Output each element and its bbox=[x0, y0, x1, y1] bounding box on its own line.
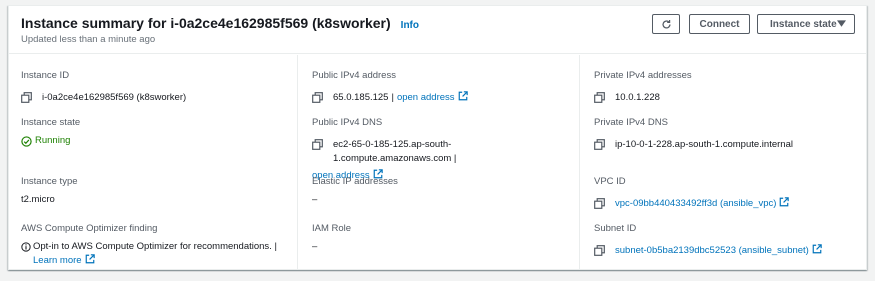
private-dns-value-row: ip-10-0-1-228.ap-south-1.compute.interna… bbox=[594, 138, 858, 152]
copy-icon[interactable] bbox=[312, 92, 323, 103]
public-ipv4-field: Public IPv4 address 65.0.185.125 | open … bbox=[312, 70, 569, 105]
vpc-id-value: vpc-09bb440433492ff3d (ansible_vpc) bbox=[615, 198, 777, 209]
instance-type-value: t2.micro bbox=[21, 194, 55, 205]
title-row: Instance summary for i-0a2ce4e162985f569… bbox=[21, 15, 419, 31]
details-grid: Instance ID i-0a2ce4e162985f569 (k8swork… bbox=[9, 55, 866, 270]
copy-icon[interactable] bbox=[594, 245, 605, 256]
external-link-icon bbox=[458, 91, 468, 101]
instance-type-field: Instance type t2.micro bbox=[21, 176, 287, 207]
public-ipv4-value: 65.0.185.125 bbox=[333, 92, 389, 103]
instance-id-label: Instance ID bbox=[21, 70, 70, 81]
external-link-icon bbox=[812, 244, 822, 254]
copy-icon[interactable] bbox=[21, 92, 32, 103]
iam-role-field: IAM Role – bbox=[312, 223, 569, 254]
private-dns-field: Private IPv4 DNS ip-10-0-1-228.ap-south-… bbox=[594, 117, 858, 152]
elastic-ip-label: Elastic IP addresses bbox=[312, 176, 398, 187]
vpc-id-value-row: vpc-09bb440433492ff3d (ansible_vpc) bbox=[594, 197, 858, 211]
public-dns-value: ec2-65-0-185-125.ap-south-1.compute.amaz… bbox=[333, 139, 452, 164]
instance-state-dropdown[interactable]: Instance state bbox=[757, 14, 855, 34]
subnet-id-value: subnet-0b5ba2139dbc52523 (ansible_subnet… bbox=[615, 245, 809, 256]
updated-timestamp: Updated less than a minute ago bbox=[21, 34, 156, 45]
info-icon bbox=[21, 242, 31, 252]
private-dns-value: ip-10-0-1-228.ap-south-1.compute.interna… bbox=[615, 139, 793, 150]
subnet-id-label: Subnet ID bbox=[594, 223, 637, 234]
check-circle-icon bbox=[21, 135, 32, 147]
instance-id-value: i-0a2ce4e162985f569 (k8sworker) bbox=[42, 92, 187, 103]
private-dns-label: Private IPv4 DNS bbox=[594, 117, 668, 128]
instance-state-label: Instance state bbox=[21, 117, 81, 128]
open-address-link[interactable]: open address bbox=[397, 91, 468, 105]
vpc-id-field: VPC ID vpc-09bb440433492ff3d (ansible_vp… bbox=[594, 176, 858, 211]
copy-icon[interactable] bbox=[594, 198, 605, 209]
details-column-3: Private IPv4 addresses 10.0.1.228 Privat… bbox=[579, 55, 868, 270]
public-ipv4-value-row: 65.0.185.125 | open address bbox=[312, 91, 569, 105]
connect-button[interactable]: Connect bbox=[689, 14, 750, 34]
details-column-1: Instance ID i-0a2ce4e162985f569 (k8swork… bbox=[9, 55, 297, 270]
public-dns-label: Public IPv4 DNS bbox=[312, 117, 383, 128]
subnet-id-field: Subnet ID subnet-0b5ba2139dbc52523 (ansi… bbox=[594, 223, 858, 258]
elastic-ip-value: – bbox=[312, 194, 318, 205]
external-link-icon bbox=[85, 254, 95, 264]
instance-state-value: Running bbox=[35, 135, 71, 146]
instance-state-value-row: Running bbox=[21, 134, 287, 148]
public-ipv4-label: Public IPv4 address bbox=[312, 70, 396, 81]
optimizer-label: AWS Compute Optimizer finding bbox=[21, 223, 158, 234]
public-dns-field: Public IPv4 DNS ec2-65-0-185-125.ap-sout… bbox=[312, 117, 569, 181]
private-ipv4-label: Private IPv4 addresses bbox=[594, 70, 692, 81]
learn-more-link[interactable]: Learn more bbox=[33, 254, 95, 266]
copy-icon[interactable] bbox=[594, 92, 605, 103]
subnet-id-value-row: subnet-0b5ba2139dbc52523 (ansible_subnet… bbox=[594, 244, 858, 258]
refresh-button[interactable] bbox=[652, 14, 680, 34]
instance-state-dropdown-label: Instance state bbox=[770, 18, 837, 30]
public-dns-text-block: ec2-65-0-185-125.ap-south-1.compute.amaz… bbox=[333, 138, 569, 166]
caret-down-icon bbox=[837, 20, 846, 27]
learn-more-label: Learn more bbox=[33, 255, 82, 266]
instance-summary-panel: Instance summary for i-0a2ce4e162985f569… bbox=[8, 5, 867, 270]
optimizer-text: Opt-in to AWS Compute Optimizer for reco… bbox=[33, 241, 277, 252]
external-link-icon bbox=[780, 197, 790, 207]
refresh-icon bbox=[662, 19, 671, 29]
details-column-2: Public IPv4 address 65.0.185.125 | open … bbox=[297, 55, 579, 270]
vpc-id-label: VPC ID bbox=[594, 176, 626, 187]
instance-id-field: Instance ID i-0a2ce4e162985f569 (k8swork… bbox=[21, 70, 287, 105]
summary-header: Instance summary for i-0a2ce4e162985f569… bbox=[9, 6, 866, 54]
private-ipv4-value-row: 10.0.1.228 bbox=[594, 91, 858, 105]
iam-role-value: – bbox=[312, 241, 318, 252]
separator: | bbox=[453, 153, 457, 164]
copy-icon[interactable] bbox=[594, 139, 605, 150]
page-title: Instance summary for i-0a2ce4e162985f569… bbox=[21, 15, 391, 31]
public-dns-value-row: ec2-65-0-185-125.ap-south-1.compute.amaz… bbox=[312, 138, 569, 166]
separator: | bbox=[391, 92, 394, 103]
info-link[interactable]: Info bbox=[401, 20, 419, 31]
instance-type-label: Instance type bbox=[21, 176, 78, 187]
instance-state-field: Instance state Running bbox=[21, 117, 287, 148]
private-ipv4-field: Private IPv4 addresses 10.0.1.228 bbox=[594, 70, 858, 105]
private-ipv4-value: 10.0.1.228 bbox=[615, 92, 660, 103]
optimizer-field: AWS Compute Optimizer finding Opt-in to … bbox=[21, 223, 287, 268]
optimizer-text-block: Opt-in to AWS Compute Optimizer for reco… bbox=[33, 240, 287, 268]
iam-role-label: IAM Role bbox=[312, 223, 352, 234]
instance-id-value-row: i-0a2ce4e162985f569 (k8sworker) bbox=[21, 91, 287, 105]
subnet-id-link[interactable]: subnet-0b5ba2139dbc52523 (ansible_subnet… bbox=[615, 244, 822, 258]
copy-icon[interactable] bbox=[312, 139, 323, 150]
elastic-ip-field: Elastic IP addresses – bbox=[312, 176, 569, 207]
open-address-label: open address bbox=[396, 92, 455, 103]
vpc-id-link[interactable]: vpc-09bb440433492ff3d (ansible_vpc) bbox=[615, 197, 790, 211]
optimizer-value-row: Opt-in to AWS Compute Optimizer for reco… bbox=[21, 240, 287, 268]
